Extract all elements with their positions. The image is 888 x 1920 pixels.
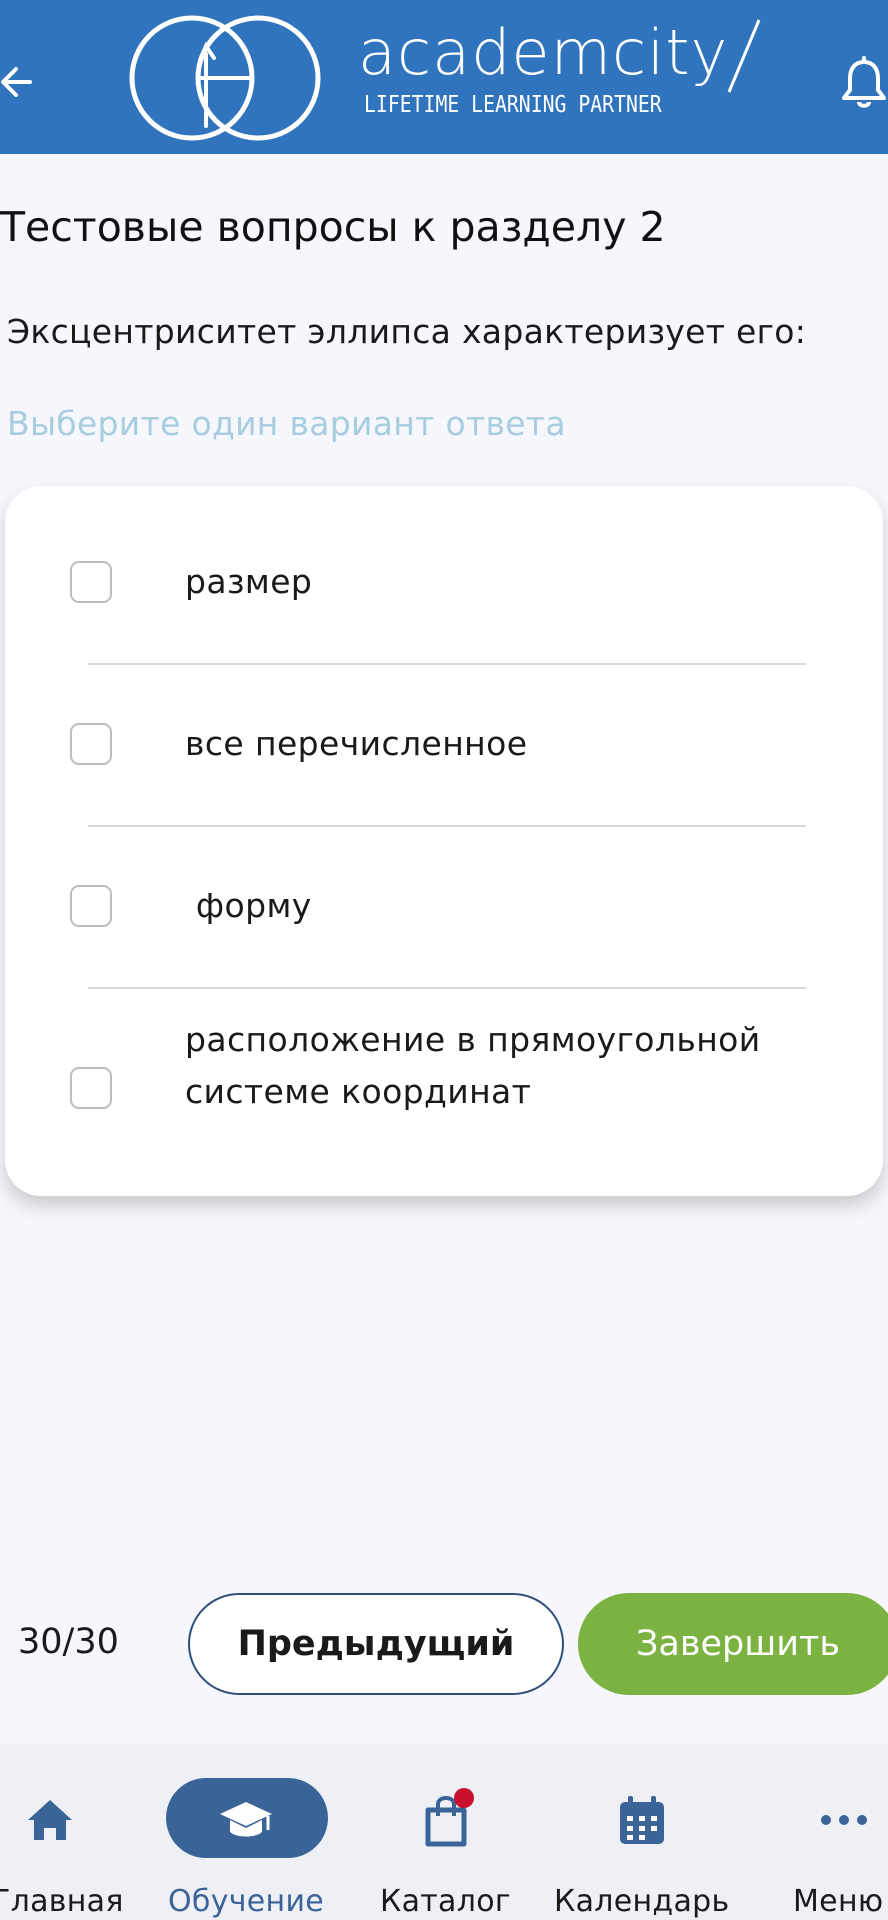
bell-icon[interactable] bbox=[840, 56, 888, 110]
tab-label: Главная bbox=[0, 1884, 124, 1919]
tab-learning[interactable]: Обучение bbox=[160, 1744, 336, 1920]
graduation-cap-icon bbox=[220, 1802, 272, 1837]
answer-option-label: все перечисленное bbox=[185, 724, 528, 763]
question-counter: 30/30 bbox=[18, 1622, 119, 1662]
tab-home[interactable]: Главная bbox=[0, 1744, 123, 1920]
answer-option[interactable]: размер bbox=[5, 486, 883, 646]
bottom-tab-bar: Главная Обучение Каталог Календарь Меню bbox=[0, 1744, 888, 1920]
finish-button[interactable]: Завершить bbox=[578, 1593, 888, 1695]
app-header: academcity LIFETIME LEARNING PARTNER bbox=[0, 0, 888, 154]
tab-label: Обучение bbox=[168, 1884, 325, 1919]
tab-label: Каталог bbox=[380, 1884, 511, 1919]
answer-option[interactable]: все перечисленное bbox=[5, 666, 883, 826]
divider bbox=[88, 825, 806, 827]
page-title: Тестовые вопросы к разделу 2 bbox=[0, 203, 666, 251]
answer-checkbox[interactable] bbox=[70, 1067, 112, 1109]
brand-name: academcity bbox=[358, 16, 729, 89]
tab-menu[interactable]: Меню bbox=[780, 1744, 888, 1920]
arrow-left-icon[interactable] bbox=[0, 60, 40, 104]
divider bbox=[88, 663, 806, 665]
notification-badge bbox=[454, 1788, 474, 1808]
tab-catalog[interactable]: Каталог bbox=[370, 1744, 520, 1920]
previous-button[interactable]: Предыдущий bbox=[188, 1593, 564, 1695]
divider bbox=[88, 987, 806, 989]
answer-option-label: расположение в прямоугольной системе коо… bbox=[185, 1020, 761, 1111]
brand-slash-icon bbox=[727, 19, 761, 93]
tab-label: Меню bbox=[793, 1884, 884, 1919]
answer-options-card: размер все перечисленное форму расположе… bbox=[5, 486, 883, 1196]
answer-option[interactable]: расположение в прямоугольной системе коо… bbox=[5, 990, 883, 1190]
answer-option-label: размер bbox=[185, 562, 313, 601]
tab-label: Календарь bbox=[554, 1884, 730, 1919]
answer-option-label: форму bbox=[185, 886, 312, 925]
question-text: Эксцентриситет эллипса характеризует его… bbox=[7, 312, 807, 351]
tab-calendar[interactable]: Календарь bbox=[548, 1744, 738, 1920]
answer-checkbox[interactable] bbox=[70, 885, 112, 927]
answer-hint: Выберите один вариант ответа bbox=[7, 404, 566, 443]
answer-checkbox[interactable] bbox=[70, 561, 112, 603]
academcity-logo-icon bbox=[129, 15, 321, 141]
home-icon bbox=[28, 1800, 72, 1840]
more-dots-icon bbox=[821, 1815, 867, 1825]
calendar-icon bbox=[620, 1796, 664, 1844]
answer-option[interactable]: форму bbox=[5, 828, 883, 988]
brand-slogan: LIFETIME LEARNING PARTNER bbox=[364, 92, 662, 118]
answer-checkbox[interactable] bbox=[70, 723, 112, 765]
